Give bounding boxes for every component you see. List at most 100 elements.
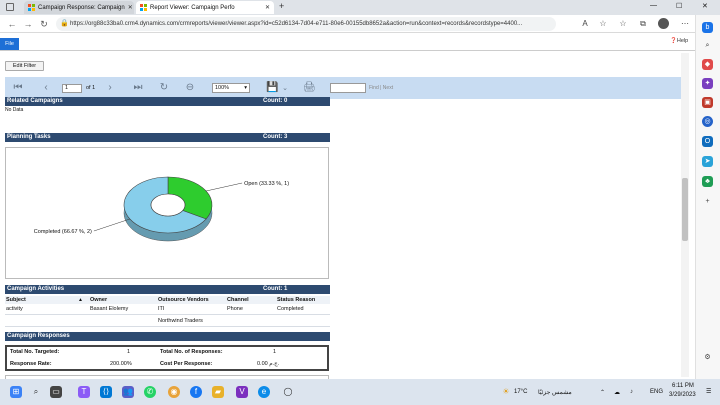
back-arrow-icon[interactable]: ← bbox=[6, 18, 18, 30]
more-options-icon[interactable]: ⋯ bbox=[680, 19, 690, 29]
shopping-tag-icon[interactable]: ◆ bbox=[702, 59, 713, 70]
games-icon[interactable]: ▣ bbox=[702, 97, 713, 108]
profile-avatar[interactable] bbox=[658, 18, 669, 29]
column-header-owner[interactable]: Owner bbox=[90, 297, 107, 303]
search-icon[interactable]: ⌕ bbox=[702, 40, 713, 51]
volume-icon[interactable]: ♪ bbox=[630, 389, 633, 395]
tools-icon[interactable]: ✦ bbox=[702, 78, 713, 89]
section-count: Count: 3 bbox=[263, 134, 288, 140]
language-indicator[interactable]: ENG bbox=[650, 389, 663, 395]
close-tab-icon[interactable]: ✕ bbox=[128, 4, 133, 11]
start-icon[interactable]: ⊞ bbox=[10, 386, 22, 398]
refresh-icon[interactable]: ↻ bbox=[38, 18, 50, 30]
app-ring-icon[interactable]: ◯ bbox=[282, 386, 294, 398]
add-icon[interactable]: + bbox=[702, 196, 713, 207]
tab-report-viewer[interactable]: Report Viewer: Campaign Perfo ✕ bbox=[136, 1, 274, 14]
sidebar-settings-icon[interactable]: ⚙ bbox=[702, 352, 713, 363]
weather-temp[interactable]: 17°C bbox=[514, 389, 527, 395]
file-tab[interactable]: File bbox=[0, 38, 19, 50]
page-number-input[interactable]: 1 bbox=[62, 84, 82, 93]
help-link[interactable]: ❓Help bbox=[670, 38, 688, 44]
drop-icon[interactable]: ➤ bbox=[702, 156, 713, 167]
find-input[interactable] bbox=[330, 83, 366, 93]
page-count-label: of 1 bbox=[86, 85, 96, 91]
export-save-icon[interactable]: 💾 bbox=[266, 82, 278, 94]
tab-title: Report Viewer: Campaign Perfo bbox=[150, 4, 235, 11]
tree-icon[interactable]: ♣ bbox=[702, 176, 713, 187]
back-to-parent-icon[interactable]: ⊖ bbox=[184, 82, 196, 94]
first-page-icon[interactable]: ⏮ bbox=[12, 82, 24, 94]
column-header-status-reason[interactable]: Status Reason bbox=[277, 297, 315, 303]
tray-chevron-icon[interactable]: ⌃ bbox=[600, 389, 605, 396]
chevron-down-icon[interactable]: ⌄ bbox=[279, 83, 291, 95]
total-responses-label: Total No. of Responses: bbox=[160, 349, 223, 355]
tab-actions-icon[interactable] bbox=[6, 3, 14, 11]
clock-date[interactable]: 3/29/2023 bbox=[669, 392, 696, 398]
responses-summary-box: Total No. Targeted: 1 Total No. of Respo… bbox=[5, 345, 329, 371]
chevron-down-icon: ▾ bbox=[244, 85, 247, 91]
maximize-button[interactable]: ☐ bbox=[676, 2, 682, 10]
previous-page-icon[interactable]: ‹ bbox=[40, 82, 52, 94]
forward-arrow-icon[interactable]: → bbox=[22, 18, 34, 30]
related-campaigns-header: Related Campaigns Count: 0 bbox=[5, 97, 330, 106]
notifications-icon[interactable]: ☰ bbox=[706, 388, 711, 395]
collections-icon[interactable]: ⧉ bbox=[638, 19, 648, 29]
weather-icon: ☀ bbox=[502, 387, 510, 396]
url-field[interactable]: 🔒 https://org88c33ba0.crm4.dynamics.com/… bbox=[56, 17, 556, 31]
bing-chat-icon[interactable]: b bbox=[702, 22, 713, 33]
teams-icon[interactable]: T bbox=[78, 386, 90, 398]
cell-status: Completed bbox=[277, 306, 304, 312]
close-window-button[interactable]: ✕ bbox=[702, 2, 708, 10]
teams-chat-icon[interactable]: 👥 bbox=[122, 386, 134, 398]
minimize-button[interactable]: — bbox=[650, 2, 657, 9]
edge-icon[interactable]: e bbox=[258, 386, 270, 398]
no-data-text: No Data bbox=[5, 107, 24, 113]
new-tab-button[interactable]: + bbox=[279, 1, 284, 11]
favorite-star-icon[interactable]: ☆ bbox=[598, 19, 608, 29]
sort-ascending-icon[interactable]: ▲ bbox=[78, 297, 83, 303]
pie-leader-line bbox=[206, 182, 243, 192]
microsoft-365-icon[interactable]: ◎ bbox=[702, 116, 713, 127]
scrollbar-thumb[interactable] bbox=[682, 178, 688, 241]
visual-studio-icon[interactable]: V bbox=[236, 386, 248, 398]
tab-campaign-response[interactable]: Campaign Response: Campaign ✕ bbox=[24, 1, 134, 14]
edit-filter-button[interactable]: Edit Filter bbox=[5, 61, 44, 71]
read-aloud-icon[interactable]: A bbox=[580, 19, 590, 29]
column-header-subject[interactable]: Subject bbox=[6, 297, 26, 303]
network-icon[interactable]: ☁ bbox=[614, 389, 620, 396]
section-title: Related Campaigns bbox=[7, 98, 63, 104]
address-bar-row: ← → ↻ 🔒 https://org88c33ba0.crm4.dynamic… bbox=[0, 15, 720, 33]
file-explorer-icon[interactable]: ▰ bbox=[212, 386, 224, 398]
pie-leader-line bbox=[93, 218, 130, 232]
facebook-icon[interactable]: f bbox=[190, 386, 202, 398]
zoom-select[interactable]: 100% ▾ bbox=[212, 83, 250, 93]
total-targeted-value: 1 bbox=[127, 349, 131, 355]
tab-title: Campaign Response: Campaign bbox=[38, 4, 125, 11]
clock-time[interactable]: 6:11 PM bbox=[672, 383, 694, 389]
last-page-icon[interactable]: ⏭ bbox=[132, 82, 144, 94]
outlook-icon[interactable]: O bbox=[702, 136, 713, 147]
search-icon[interactable]: ⌕ bbox=[30, 386, 42, 398]
find-next-links[interactable]: Find | Next bbox=[369, 85, 393, 91]
chrome-icon[interactable]: ◉ bbox=[168, 386, 180, 398]
pie-label-open: Open (33.33 %, 1) bbox=[244, 181, 289, 187]
crm-ribbon bbox=[0, 34, 695, 50]
refresh-report-icon[interactable]: ↻ bbox=[158, 82, 170, 94]
column-header-outsource-vendors[interactable]: Outsource Vendors bbox=[158, 297, 209, 303]
print-icon[interactable]: 🖨 bbox=[303, 82, 316, 94]
help-label: Help bbox=[676, 38, 689, 44]
close-tab-icon[interactable]: ✕ bbox=[265, 4, 270, 11]
column-header-channel[interactable]: Channel bbox=[227, 297, 249, 303]
vscode-icon[interactable]: ⟨⟩ bbox=[100, 386, 112, 398]
campaign-activities-header: Campaign Activities Count: 1 bbox=[5, 285, 330, 294]
microsoft-logo-icon bbox=[140, 4, 147, 11]
cell-subject[interactable]: activity bbox=[6, 306, 23, 312]
section-title: Campaign Activities bbox=[7, 286, 65, 292]
section-title: Planning Tasks bbox=[7, 134, 51, 140]
favorites-icon[interactable]: ☆ bbox=[618, 19, 628, 29]
whatsapp-icon[interactable]: ✆ bbox=[144, 386, 156, 398]
next-page-icon[interactable]: › bbox=[104, 82, 116, 94]
table-row: activity Basant Elolemy ITI Phone Comple… bbox=[5, 305, 330, 315]
task-view-icon[interactable]: ▭ bbox=[50, 386, 62, 398]
weather-description[interactable]: مشمس جزئيًا bbox=[538, 389, 572, 396]
